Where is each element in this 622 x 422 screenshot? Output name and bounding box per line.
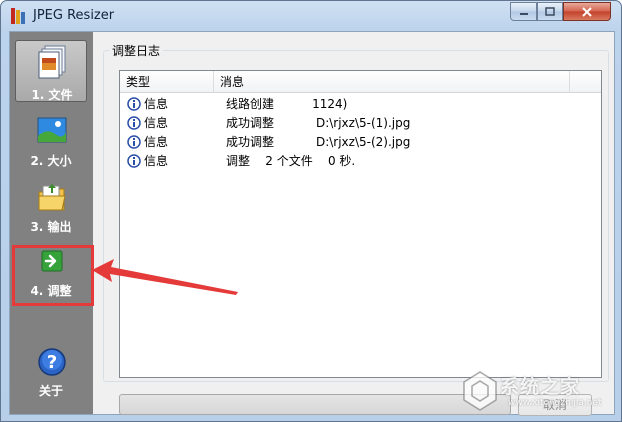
- sidebar-item-output[interactable]: 3. 输出: [15, 178, 87, 238]
- annotation-arrow-icon: [92, 259, 238, 295]
- watermark-url: www.xitongzhijia.net: [508, 398, 602, 408]
- row-type: 信息: [144, 116, 169, 130]
- info-icon: [127, 97, 141, 111]
- table-row[interactable]: 信息 线路创建 1124): [120, 95, 601, 114]
- close-icon: [582, 6, 592, 17]
- svg-text:?: ?: [47, 352, 57, 373]
- info-icon: [127, 116, 141, 130]
- panel-title: 调整日志: [109, 42, 164, 59]
- table-row[interactable]: 信息 成功调整 D:\rjxz\5-(1).jpg: [120, 114, 601, 133]
- sidebar-item-label: 关于: [38, 384, 63, 398]
- highlight-box: [12, 245, 94, 306]
- progress-bar: [119, 394, 511, 415]
- app-window: JPEG Resizer 1. 文件 2. 大小 3. 输出 4. 调整 ? 关…: [0, 0, 622, 422]
- sidebar-item-label: 1. 文件: [31, 88, 73, 102]
- column-header-message[interactable]: 消息: [214, 71, 570, 93]
- watermark-text: 系统之家: [500, 376, 581, 398]
- row-type: 信息: [144, 97, 169, 111]
- log-list[interactable]: 类型 消息 信息 线路创建 1124) 信息 成功调整 D:\rjxz\5-(1…: [119, 70, 602, 378]
- row-message: 成功调整 D:\rjxz\5-(2).jpg: [226, 135, 411, 149]
- sidebar-item-size[interactable]: 2. 大小: [15, 112, 87, 172]
- output-folder-icon: [38, 184, 66, 211]
- sidebar-item-about[interactable]: ? 关于: [15, 342, 87, 402]
- help-icon: ?: [38, 348, 66, 376]
- row-type: 信息: [144, 154, 169, 168]
- row-message: 线路创建 1124): [226, 97, 348, 111]
- resize-image-icon: [37, 117, 67, 143]
- minimize-icon: [519, 12, 528, 15]
- close-button[interactable]: [563, 2, 611, 21]
- maximize-button[interactable]: [537, 2, 563, 21]
- maximize-icon: [545, 7, 555, 16]
- table-row[interactable]: 信息 调整 2 个文件 0 秒.: [120, 152, 601, 171]
- sidebar-item-label: 3. 输出: [30, 220, 72, 234]
- window-title: JPEG Resizer: [33, 8, 115, 23]
- watermark: 系统之家 www.xitongzhijia.net: [460, 368, 612, 416]
- info-icon: [127, 154, 141, 168]
- minimize-button[interactable]: [510, 2, 537, 21]
- column-header-type[interactable]: 类型: [120, 71, 214, 93]
- row-message: 调整 2 个文件 0 秒.: [226, 154, 356, 168]
- info-icon: [127, 135, 141, 149]
- row-type: 信息: [144, 135, 169, 149]
- title-bar[interactable]: JPEG Resizer: [1, 1, 621, 31]
- file-icon: [38, 45, 66, 79]
- sidebar: 1. 文件 2. 大小 3. 输出 4. 调整 ? 关于: [10, 32, 93, 414]
- list-header: 类型 消息: [120, 71, 601, 93]
- sidebar-item-file[interactable]: 1. 文件: [15, 40, 87, 102]
- watermark-logo-icon: [463, 371, 497, 411]
- table-row[interactable]: 信息 成功调整 D:\rjxz\5-(2).jpg: [120, 133, 601, 152]
- row-message: 成功调整 D:\rjxz\5-(1).jpg: [226, 116, 411, 130]
- app-icon: [11, 8, 25, 24]
- client-area: 1. 文件 2. 大小 3. 输出 4. 调整 ? 关于 调整日志 类型 消息 …: [9, 31, 615, 416]
- sidebar-item-label: 2. 大小: [30, 154, 72, 168]
